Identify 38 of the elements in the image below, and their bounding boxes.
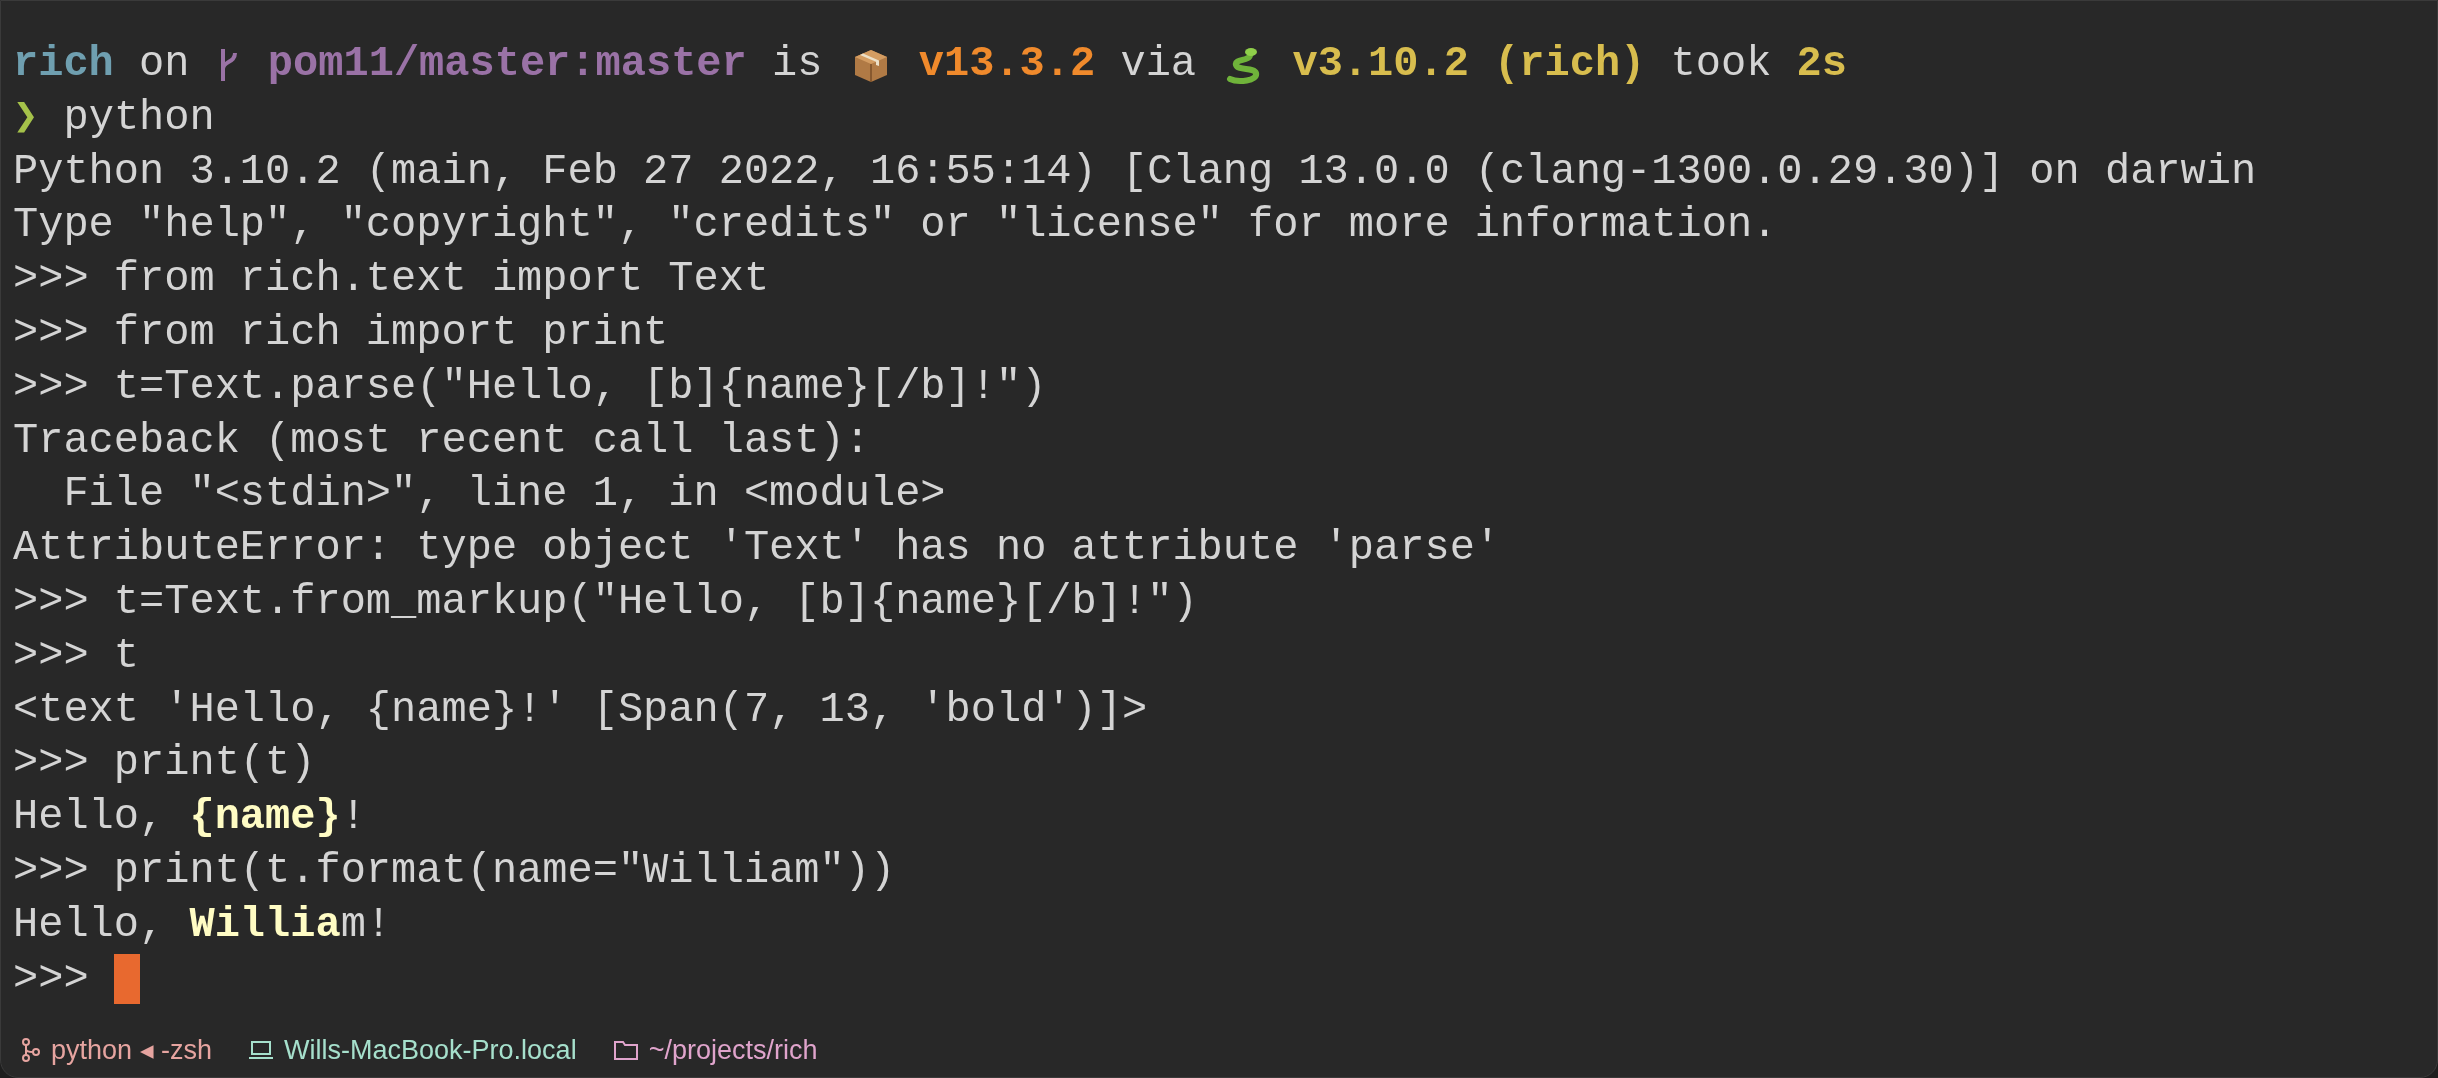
terminal-text: ❯ (13, 92, 39, 144)
terminal-text: >>> from rich import print (13, 308, 669, 359)
terminal-text: >>> print(t.format(name="William")) (13, 845, 896, 897)
terminal-text: v13.3.2 (917, 39, 1096, 90)
terminal-text: via (1119, 39, 1198, 90)
terminal-text: 2s (1796, 39, 1847, 90)
terminal-text: >>> t=Text.parse("Hello, [b]{name}[/b]!") (13, 361, 1047, 413)
terminal-text: >>> from rich.text import Text (13, 254, 770, 306)
terminal-text: Python 3.10.2 (main, Feb 27 2022, 16:55:14) [Clang 13.0.0 (clang-1300.0.29.30)] on darwin (13, 146, 2257, 198)
folder-icon (612, 1039, 639, 1061)
terminal-text: rich (13, 39, 114, 90)
terminal-text: Willia (189, 899, 341, 951)
terminal-text: v3.10.2 (rich) (1291, 39, 1646, 90)
terminal-text: AttributeError: type object 'Text' has no attribute 'parse' (13, 523, 1501, 575)
terminal-text: ! (340, 792, 366, 844)
terminal-text: >>> (13, 953, 90, 1005)
terminal-text: python (62, 92, 215, 144)
terminal-text: took (1669, 39, 1773, 90)
laptop-icon (248, 1040, 275, 1060)
terminal-text: Type "help", "copyright", "credits" or "license" for more information. (13, 200, 1778, 252)
terminal-text: pom11/master:master (266, 39, 747, 90)
terminal-text: File "<stdin>", line 1, in <module> (62, 469, 946, 521)
text-cursor (113, 954, 140, 1005)
status-text: Wills-MacBook-Pro.local (284, 1033, 577, 1067)
terminal-text: m! (340, 899, 392, 951)
terminal-text: Hello, (13, 899, 166, 951)
terminal-text: is (770, 39, 824, 90)
terminal-text: on (138, 39, 191, 90)
status-text: ~/projects/rich (648, 1033, 818, 1067)
terminal-text: {name} (189, 792, 341, 844)
terminal-text: Traceback (most recent call last): (13, 415, 870, 467)
terminal-text: Hello, (13, 792, 166, 844)
terminal-text: >>> print(t) (13, 738, 316, 790)
terminal-text: <text 'Hello, {name}!' [Span(7, 13, 'bold')]> (13, 684, 1148, 736)
branch-icon (21, 1038, 41, 1062)
terminal-text: >>> t=Text.from_markup("Hello, [b]{name}[/b]!") (13, 576, 1198, 628)
terminal-text: >>> t (13, 630, 140, 682)
status-text: python ◂ -zsh (51, 1033, 213, 1067)
